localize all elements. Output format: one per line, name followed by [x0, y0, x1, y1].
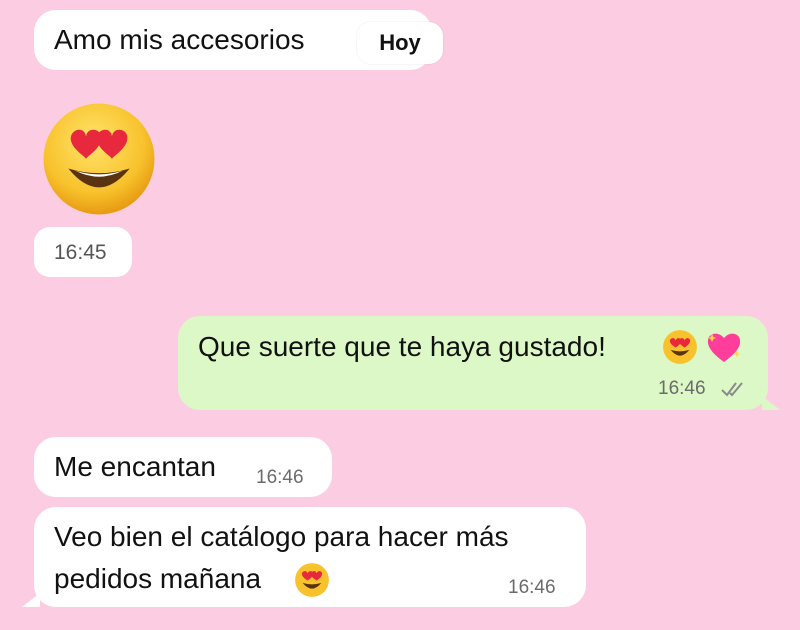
message-text: Me encantan — [54, 451, 216, 482]
heart-eyes-emoji-large[interactable] — [40, 100, 158, 218]
message-bubble-3[interactable]: Que suerte que te haya gustado! 16:46 — [178, 316, 768, 410]
message-time: 16:46 — [256, 467, 304, 488]
message-bubble-5[interactable]: Veo bien el catálogo para hacer más pedi… — [34, 507, 586, 607]
message-text-line-1: Veo bien el catálogo para hacer más — [54, 521, 509, 552]
read-double-check-icon — [721, 382, 743, 397]
message-text: Amo mis accesorios — [54, 24, 305, 55]
sparkling-heart-emoji — [707, 333, 741, 362]
message-bubble-4[interactable]: Me encantan 16:46 — [34, 437, 332, 497]
message-text: Que suerte que te haya gustado! — [198, 331, 606, 362]
message-text-line-2: pedidos mañana — [54, 563, 262, 594]
message-time-bubble-2[interactable]: 16:45 — [34, 227, 132, 277]
outgoing-bubble-tail — [762, 396, 780, 410]
message-time: 16:45 — [54, 241, 107, 264]
date-separator-pill: Hoy — [357, 22, 443, 64]
heart-eyes-emoji — [295, 563, 329, 597]
incoming-bubble-tail — [22, 593, 40, 607]
message-time: 16:46 — [508, 577, 556, 598]
message-time: 16:46 — [658, 378, 706, 399]
heart-eyes-emoji — [663, 330, 697, 364]
